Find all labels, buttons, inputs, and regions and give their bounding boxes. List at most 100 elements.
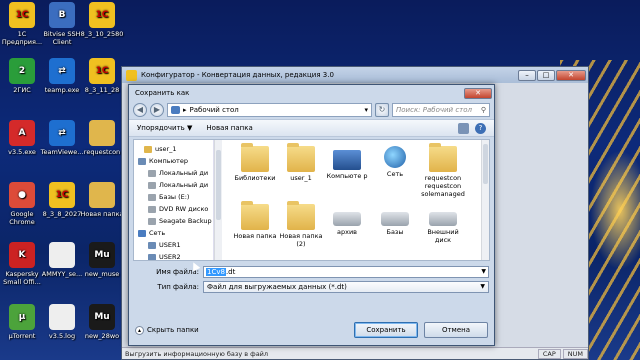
tree-item-label: Локальный ди bbox=[159, 181, 209, 189]
chevron-down-icon[interactable]: ▾ bbox=[364, 106, 371, 114]
desktop-icon[interactable]: Av3.5.exe bbox=[0, 120, 44, 156]
dialog-title: Сохранить как bbox=[135, 89, 190, 97]
filetype-value: Файл для выгружаемых данных (*.dt) bbox=[207, 283, 347, 291]
desktop-icon-label: AMMYY_se... bbox=[41, 270, 83, 278]
app-icon: 1С bbox=[89, 58, 115, 84]
desktop-icon[interactable]: K Kaspersky Small Offi... bbox=[0, 242, 44, 286]
file-item[interactable]: requestcon requestcon solemanaged bbox=[420, 143, 466, 198]
tree-item[interactable]: Локальный ди bbox=[134, 167, 213, 179]
desktop-icon[interactable]: 1С 8_3_11_28 bbox=[80, 58, 124, 94]
dialog-titlebar[interactable]: Сохранить как ✕ bbox=[129, 85, 494, 101]
app-icon: 1С bbox=[89, 2, 115, 28]
file-item-label: Базы bbox=[386, 228, 404, 236]
maximize-button[interactable]: □ bbox=[537, 69, 555, 81]
dialog-close-button[interactable]: ✕ bbox=[464, 87, 492, 99]
folder-icon bbox=[287, 201, 315, 230]
files-scrollbar[interactable] bbox=[481, 140, 489, 260]
help-icon[interactable]: ? bbox=[475, 122, 486, 134]
app-icon: Mu bbox=[89, 304, 115, 330]
file-item[interactable]: Сеть bbox=[372, 146, 418, 178]
tree-item[interactable]: Базы (E:) bbox=[134, 191, 213, 203]
dialog-footer: ▴ Скрыть папки Сохранить Отмена bbox=[129, 315, 494, 345]
desktop-icon-label: new_muse bbox=[84, 270, 120, 278]
file-item[interactable]: Базы bbox=[372, 204, 418, 236]
chevron-down-icon[interactable]: ▼ bbox=[481, 268, 486, 275]
tree-item[interactable]: user_1 bbox=[134, 143, 213, 155]
file-item-label: Новая папка bbox=[233, 232, 277, 240]
app-icon bbox=[49, 242, 75, 268]
desktop-icon[interactable]: ⇄ TeamViewe... bbox=[40, 120, 84, 156]
search-input[interactable]: Поиск: Рабочий стол ⚲ bbox=[392, 103, 490, 117]
desktop-icon[interactable]: Новая папка bbox=[80, 182, 124, 218]
minimize-button[interactable]: – bbox=[518, 69, 536, 81]
tree-item[interactable]: DVD RW диско bbox=[134, 203, 213, 215]
tree-item-label: user_1 bbox=[155, 145, 177, 153]
desktop-icon[interactable]: ● Google Chrome bbox=[0, 182, 44, 226]
configurator-title: Конфигуратор - Конвертация данных, редак… bbox=[141, 71, 334, 79]
new-folder-button[interactable]: Новая папка bbox=[206, 124, 252, 132]
file-item-label: user_1 bbox=[290, 174, 312, 182]
file-item-label: Новая папка (2) bbox=[279, 232, 323, 248]
app-icon: ⇄ bbox=[49, 58, 75, 84]
file-item[interactable]: Новая папка (2) bbox=[278, 201, 324, 248]
scrollbar-thumb[interactable] bbox=[216, 150, 221, 220]
desktop-icon[interactable]: 1С 8_3_10_2580 bbox=[80, 2, 124, 38]
file-item-label: Внешний диск bbox=[427, 228, 459, 244]
file-item[interactable]: user_1 bbox=[278, 143, 324, 182]
tree-item[interactable]: Локальный ди bbox=[134, 179, 213, 191]
desktop-icon[interactable]: Mu new_muse bbox=[80, 242, 124, 278]
desktop-icon[interactable]: ⇄ teamp.exe bbox=[40, 58, 84, 94]
file-item[interactable]: Библиотеки bbox=[232, 143, 278, 182]
desktop-icon-label: Google Chrome bbox=[9, 210, 35, 226]
scrollbar-thumb[interactable] bbox=[483, 144, 488, 184]
tree-item[interactable]: Сеть bbox=[134, 227, 213, 239]
file-item[interactable]: Новая папка bbox=[232, 201, 278, 240]
desktop-icon-label: Bitvise SSH Client bbox=[43, 30, 81, 46]
dialog-toolbar: Упорядочить ▼ Новая папка ? bbox=[129, 119, 494, 137]
desktop-icon[interactable]: v3.5.log bbox=[40, 304, 84, 340]
filetype-select[interactable]: Файл для выгружаемых данных (*.dt) ▼ bbox=[203, 281, 489, 293]
app-icon: ⇄ bbox=[49, 120, 75, 146]
1c-app-icon bbox=[126, 69, 137, 81]
tree-scrollbar[interactable] bbox=[214, 140, 222, 260]
app-icon: 2 bbox=[9, 58, 35, 84]
filename-input[interactable]: 1Cv8 .dt ▼ bbox=[203, 266, 489, 278]
desktop-icon[interactable]: Mu new_28wo bbox=[80, 304, 124, 340]
close-button[interactable]: ✕ bbox=[556, 69, 586, 81]
tree-item[interactable]: Seagate Backup bbox=[134, 215, 213, 227]
tree-item[interactable]: Компьютер bbox=[134, 155, 213, 167]
view-options-icon[interactable] bbox=[458, 122, 469, 134]
back-button[interactable]: ◀ bbox=[133, 103, 147, 117]
drive-icon bbox=[333, 212, 361, 226]
hide-folders-toggle[interactable]: ▴ Скрыть папки bbox=[135, 325, 199, 335]
file-item-label: requestcon requestcon solemanaged bbox=[421, 174, 465, 198]
desktop-icon[interactable]: µ µTorrent bbox=[0, 304, 44, 340]
configurator-titlebar[interactable]: Конфигуратор - Конвертация данных, редак… bbox=[122, 67, 588, 83]
status-text: Выгрузить информационную базу в файл bbox=[125, 349, 269, 358]
organize-menu[interactable]: Упорядочить ▼ bbox=[137, 124, 192, 132]
caps-indicator: CAP bbox=[537, 348, 561, 359]
file-item[interactable]: Внешний диск bbox=[420, 204, 466, 244]
tree-item-label: Сеть bbox=[149, 229, 166, 237]
file-item[interactable]: Компьюте р bbox=[324, 146, 370, 180]
tree-item[interactable]: USER2 bbox=[134, 251, 213, 260]
address-bar[interactable]: ▸ Рабочий стол ▾ bbox=[167, 103, 372, 117]
cancel-button[interactable]: Отмена bbox=[424, 322, 488, 338]
tree-item[interactable]: USER1 bbox=[134, 239, 213, 251]
desktop-icon[interactable]: requestcon bbox=[80, 120, 124, 156]
forward-button[interactable]: ▶ bbox=[150, 103, 164, 117]
tree-item-label: Локальный ди bbox=[159, 169, 209, 177]
refresh-button[interactable]: ↻ bbox=[375, 103, 389, 117]
desktop-icon[interactable]: AMMYY_se... bbox=[40, 242, 84, 278]
desktop-icon-label: 8_3_10_2580 bbox=[80, 30, 124, 38]
save-button[interactable]: Сохранить bbox=[354, 322, 418, 338]
drive-icon bbox=[381, 212, 409, 226]
desktop-icon[interactable]: 1С 1С Предприя... bbox=[0, 2, 44, 46]
desktop-icon[interactable]: 1С 8_3_8_2027 bbox=[40, 182, 84, 218]
folder-icon bbox=[287, 143, 315, 172]
file-list: Библиотеки user_1 Компьюте р Сеть requestcon… bbox=[222, 140, 481, 260]
save-as-dialog: Сохранить как ✕ ◀ ▶ ▸ Рабочий стол ▾ ↻ П… bbox=[128, 84, 495, 346]
desktop-icon[interactable]: B Bitvise SSH Client bbox=[40, 2, 84, 46]
file-item[interactable]: архив bbox=[324, 204, 370, 236]
desktop-icon[interactable]: 2 2ГИС bbox=[0, 58, 44, 94]
